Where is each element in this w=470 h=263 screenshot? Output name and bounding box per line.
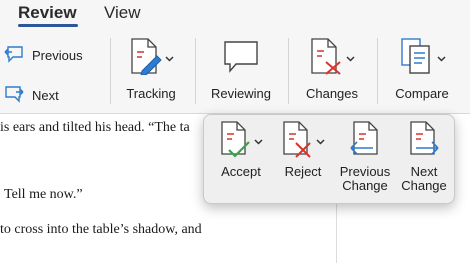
reject-button[interactable]: Reject (276, 120, 330, 179)
compare-label: Compare (395, 86, 449, 101)
next-change-button[interactable]: Next Change (396, 120, 452, 193)
review-ribbon: Previous Next Tracking Reviewing Changes… (0, 28, 470, 114)
comment-icon (222, 39, 260, 78)
chevron-down-icon (437, 49, 446, 67)
next-change-icon (407, 120, 441, 163)
ribbon-divider (288, 38, 289, 104)
ribbon-tabs: Review View (0, 0, 470, 28)
accept-icon (219, 120, 251, 163)
previous-comment-icon (4, 45, 32, 66)
active-tab-indicator (18, 24, 78, 27)
next-comment-icon (4, 85, 32, 106)
changes-popup: Accept Reject Previous Change Next Chang… (203, 114, 455, 204)
next-label: Next (32, 87, 59, 103)
reviewing-label: Reviewing (211, 86, 271, 101)
reject-label: Reject (284, 164, 322, 179)
document-text-line: is ears and tilted his head. “The ta (0, 120, 190, 135)
chevron-down-icon (316, 132, 325, 150)
reviewing-button[interactable]: Reviewing (205, 36, 277, 108)
changes-icon (309, 37, 343, 80)
ribbon-divider (110, 38, 111, 104)
next-comment-button[interactable]: Next (4, 84, 59, 106)
chevron-down-icon (165, 49, 174, 67)
tab-review[interactable]: Review (18, 3, 77, 23)
document-text-line: to cross into the table’s shadow, and (0, 222, 202, 237)
ribbon-divider (377, 38, 378, 104)
reject-icon (281, 120, 313, 163)
compare-icon (398, 37, 434, 80)
previous-change-label: Previous Change (339, 164, 391, 193)
tracking-label: Tracking (126, 86, 176, 101)
previous-label: Previous (32, 47, 83, 63)
accept-button[interactable]: Accept (214, 120, 268, 179)
tracking-button[interactable]: Tracking (118, 36, 184, 108)
next-change-label: Next Change (401, 164, 447, 193)
compare-button[interactable]: Compare (388, 36, 456, 108)
accept-label: Accept (221, 164, 261, 179)
previous-change-button[interactable]: Previous Change (334, 120, 396, 193)
chevron-down-icon (346, 49, 355, 67)
track-changes-icon (128, 37, 162, 80)
changes-button[interactable]: Changes (298, 36, 366, 108)
ribbon-divider (195, 38, 196, 104)
changes-label: Changes (305, 86, 359, 101)
tab-view[interactable]: View (104, 3, 141, 23)
previous-comment-button[interactable]: Previous (4, 44, 83, 66)
chevron-down-icon (254, 132, 263, 150)
document-text-line: Tell me now.” (4, 187, 83, 202)
previous-change-icon (348, 120, 382, 163)
